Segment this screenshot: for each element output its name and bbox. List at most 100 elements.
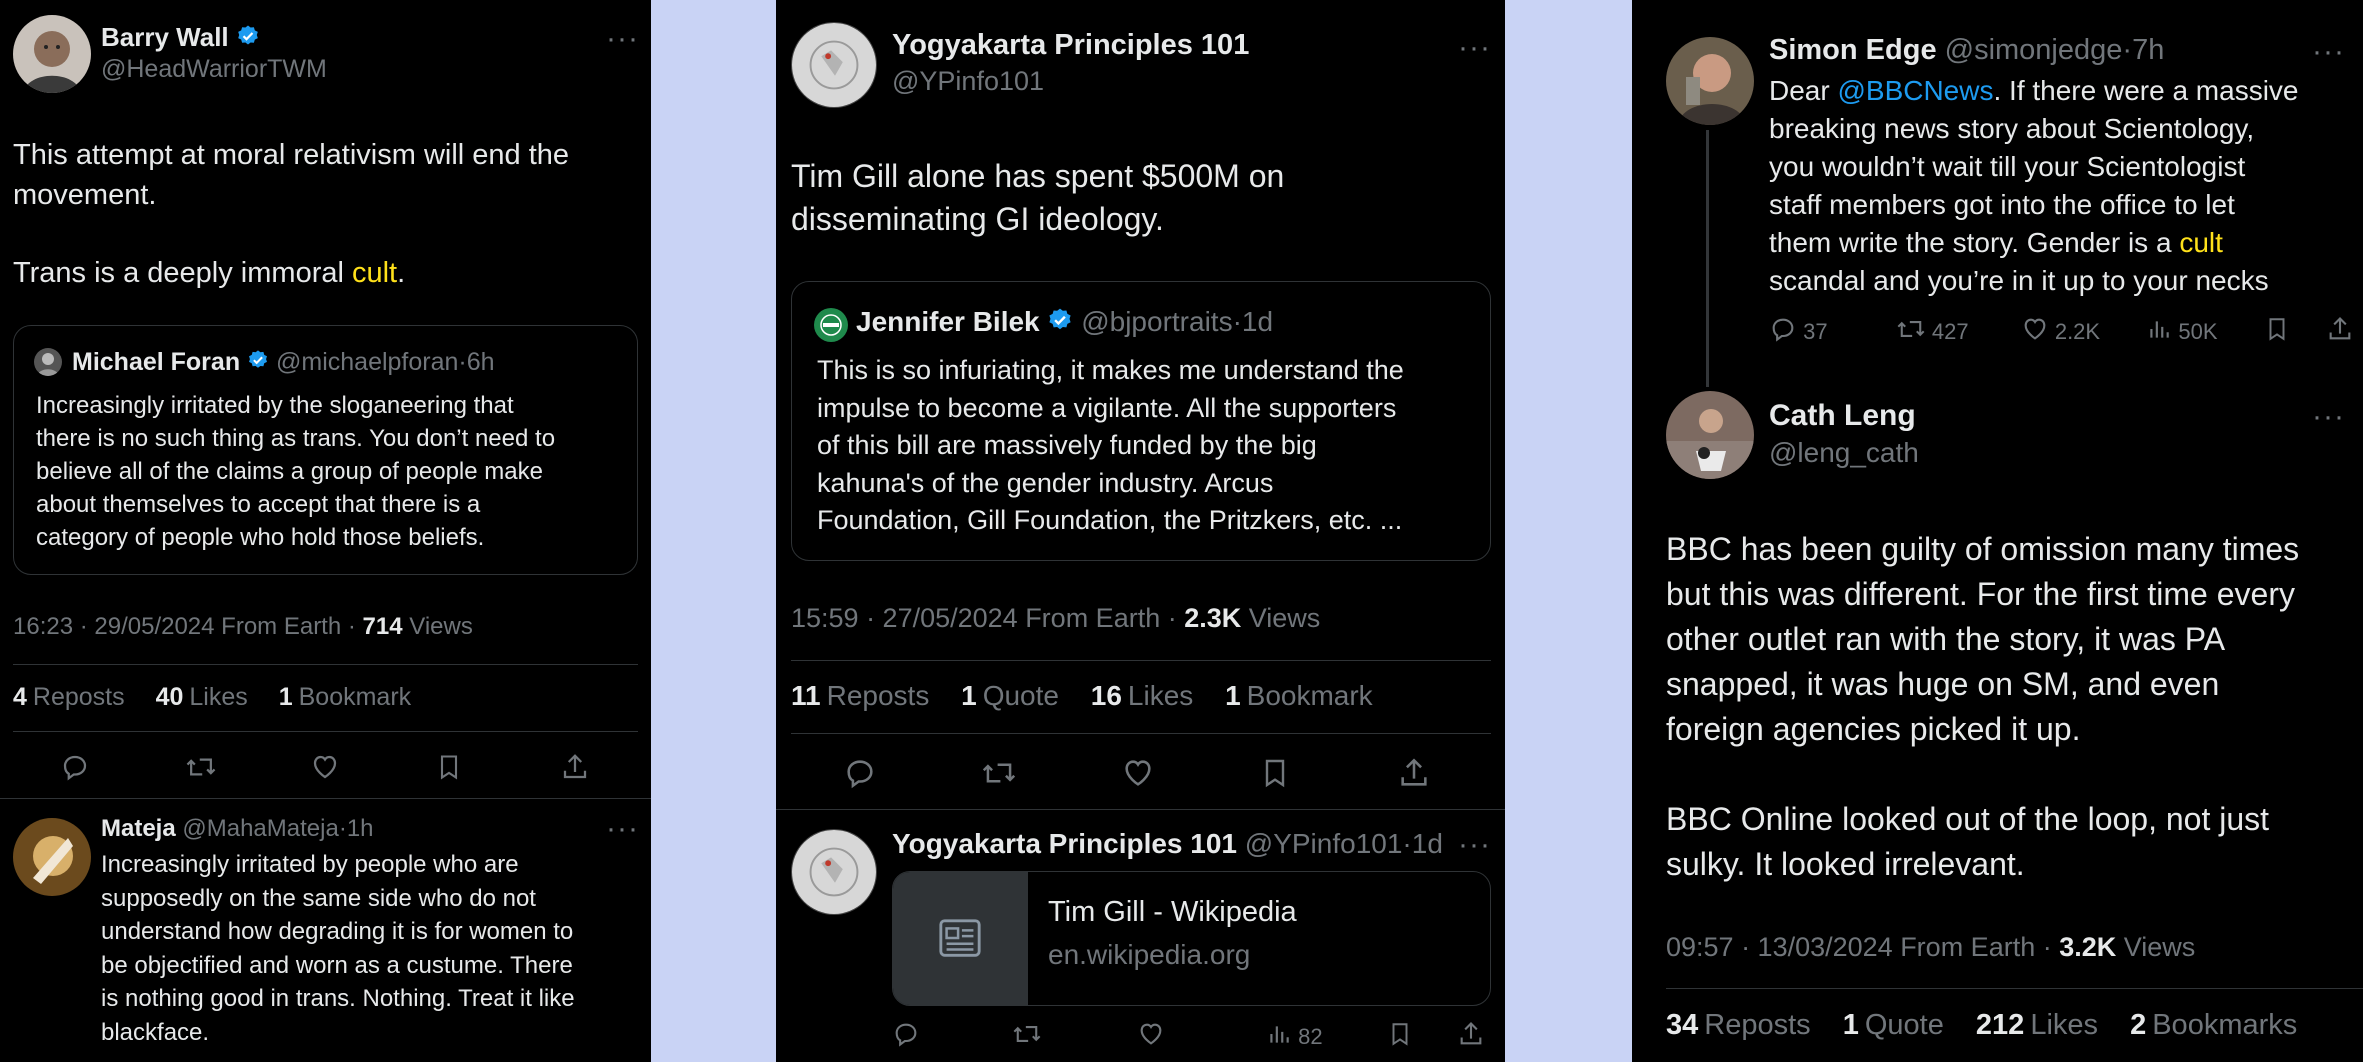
mention-link[interactable]: @BBCNews bbox=[1837, 75, 1993, 106]
repost-count: 427 bbox=[1931, 319, 1969, 344]
quotes-stat[interactable]: 1 Quote bbox=[961, 680, 1071, 711]
like-icon[interactable] bbox=[310, 752, 340, 782]
tweet-panel-right: Simon Edge @simonjedge·7h ··· Dear @BBCN… bbox=[1632, 0, 2363, 1062]
divider bbox=[0, 798, 651, 799]
more-icon[interactable]: ··· bbox=[606, 24, 639, 54]
bookmarks-stat[interactable]: 1 Bookmark bbox=[279, 683, 423, 711]
verified-badge-icon bbox=[236, 24, 260, 55]
more-icon[interactable]: ··· bbox=[1458, 33, 1491, 63]
quoted-tweet[interactable]: Jennifer Bilek @bjportraits·1d This is s… bbox=[791, 281, 1491, 561]
engagement-stats: 11 Reposts 1 Quote 16 Likes 1 Bookmark bbox=[791, 680, 1397, 712]
avatar-cath-leng[interactable] bbox=[1666, 391, 1754, 479]
repost-icon[interactable] bbox=[185, 752, 217, 782]
tweet-meta: 09:57 · 13/03/2024 From Earth · 3.2K Vie… bbox=[1666, 932, 2196, 962]
quoted-time: 6h bbox=[466, 348, 495, 376]
avatar-yogyakarta-principles[interactable] bbox=[791, 829, 877, 915]
reposts-stat[interactable]: 4 Reposts bbox=[13, 683, 137, 711]
engagement-stats: 34 Reposts 1 Quote 212 Likes 2 Bookmarks bbox=[1666, 1009, 2321, 1042]
reposts-stat[interactable]: 34 Reposts bbox=[1666, 1009, 1823, 1041]
reposts-stat[interactable]: 11 Reposts bbox=[791, 680, 941, 711]
divider bbox=[13, 731, 638, 732]
likes-stat[interactable]: 16 Likes bbox=[1091, 680, 1206, 711]
tweet-meta: 16:23 · 29/05/2024 From Earth · 714 View… bbox=[13, 613, 473, 640]
more-icon[interactable]: ··· bbox=[1458, 830, 1491, 860]
tweet-panel-middle: Yogyakarta Principles 101 @YPinfo101 ···… bbox=[776, 0, 1505, 1062]
author-handle[interactable]: @HeadWarriorTWM bbox=[101, 55, 327, 84]
quoted-tweet[interactable]: Michael Foran @michaelpforan·6h Increasi… bbox=[13, 325, 638, 575]
thread-line bbox=[1706, 130, 1709, 387]
bookmark-icon[interactable] bbox=[435, 752, 463, 782]
reply-author-name[interactable]: Yogyakarta Principles 101 bbox=[892, 828, 1237, 859]
share-icon[interactable] bbox=[1457, 1020, 1485, 1048]
bookmark-icon[interactable] bbox=[1259, 756, 1291, 790]
reply-icon[interactable] bbox=[892, 1020, 920, 1048]
like-count: 2.2K bbox=[2054, 319, 2101, 344]
verified-badge-icon bbox=[1047, 307, 1073, 340]
likes-stat[interactable]: 40 Likes bbox=[156, 683, 260, 711]
divider bbox=[13, 664, 638, 665]
avatar-mateja[interactable] bbox=[13, 818, 91, 896]
share-icon[interactable] bbox=[560, 752, 590, 782]
quoted-time: 1d bbox=[1241, 306, 1274, 337]
share-icon[interactable] bbox=[1397, 756, 1431, 790]
divider bbox=[791, 660, 1491, 661]
bookmarks-stat[interactable]: 1 Bookmark bbox=[1225, 680, 1385, 711]
author-handle[interactable]: @leng_cath bbox=[1769, 437, 1919, 469]
tweet-text: This attempt at moral relativism will en… bbox=[13, 139, 570, 289]
bookmark-icon[interactable] bbox=[2264, 315, 2290, 349]
top-author-handle[interactable]: @simonjedge bbox=[1945, 34, 2123, 66]
author-name[interactable]: Cath Leng bbox=[1769, 399, 1916, 433]
quoted-text: Increasingly irritated by the sloganeeri… bbox=[36, 392, 556, 551]
top-time: 7h bbox=[2132, 34, 2165, 66]
reply-time: 1d bbox=[1411, 828, 1443, 859]
like-icon[interactable] bbox=[1137, 1020, 1165, 1048]
like-icon[interactable] bbox=[1121, 756, 1155, 790]
article-icon bbox=[937, 916, 983, 960]
bookmarks-stat[interactable]: 2 Bookmarks bbox=[2130, 1009, 2309, 1041]
author-handle[interactable]: @YPinfo101 bbox=[892, 66, 1044, 97]
tweet-panel-left: Barry Wall @HeadWarriorTWM ··· This atte… bbox=[0, 0, 651, 1062]
avatar-yogyakarta-principles[interactable] bbox=[791, 22, 877, 108]
verified-badge-icon bbox=[247, 349, 269, 378]
like-icon[interactable] bbox=[2021, 315, 2049, 349]
more-icon[interactable]: ··· bbox=[2312, 402, 2345, 432]
bookmark-icon[interactable] bbox=[1387, 1020, 1413, 1048]
reply-author-name[interactable]: Mateja bbox=[101, 815, 176, 842]
top-author-name[interactable]: Simon Edge bbox=[1769, 34, 1937, 66]
quoted-text: This is so infuriating, it makes me unde… bbox=[817, 355, 1404, 535]
views-stat[interactable]: 82 bbox=[1266, 1021, 1323, 1053]
author-name[interactable]: Yogyakarta Principles 101 bbox=[892, 29, 1249, 62]
views-count: 50K bbox=[2178, 319, 2218, 344]
top-action-bar: 37 427 2.2K 50K bbox=[1769, 315, 2354, 349]
share-icon[interactable] bbox=[2326, 315, 2354, 349]
avatar-barry-wall[interactable] bbox=[13, 15, 91, 93]
more-icon[interactable]: ··· bbox=[2312, 37, 2345, 67]
divider bbox=[776, 809, 1505, 810]
reply-icon[interactable] bbox=[1769, 315, 1797, 349]
repost-icon[interactable] bbox=[1012, 1020, 1042, 1048]
quotes-stat[interactable]: 1 Quote bbox=[1843, 1009, 1956, 1041]
author-line: Barry Wall bbox=[101, 22, 260, 55]
repost-icon[interactable] bbox=[981, 756, 1017, 790]
avatar-michael-foran bbox=[34, 348, 62, 376]
reply-count: 37 bbox=[1803, 319, 1828, 344]
divider bbox=[1666, 988, 2363, 989]
highlighted-word: cult bbox=[351, 257, 398, 289]
author-name[interactable]: Barry Wall bbox=[101, 22, 229, 52]
reply-icon[interactable] bbox=[60, 752, 90, 782]
avatar-jennifer-bilek bbox=[814, 308, 848, 342]
link-card-title: Tim Gill - Wikipedia bbox=[1048, 896, 1297, 928]
link-card[interactable]: Tim Gill - Wikipedia en.wikipedia.org bbox=[892, 871, 1491, 1006]
reply-author-handle[interactable]: @MahaMateja bbox=[182, 815, 338, 842]
quoted-author-handle: @michaelpforan bbox=[276, 348, 459, 376]
likes-stat[interactable]: 212 Likes bbox=[1976, 1009, 2110, 1041]
reply-author-handle[interactable]: @YPinfo101 bbox=[1245, 828, 1403, 859]
views-icon[interactable] bbox=[2146, 316, 2172, 348]
quoted-author-name: Jennifer Bilek bbox=[856, 306, 1040, 337]
repost-icon[interactable] bbox=[1896, 315, 1926, 349]
reply-icon[interactable] bbox=[843, 756, 877, 790]
tweet-meta: 15:59 · 27/05/2024 From Earth · 2.3K Vie… bbox=[791, 603, 1321, 633]
tweet-text: Tim Gill alone has spent $500M on dissem… bbox=[791, 158, 1285, 237]
more-icon[interactable]: ··· bbox=[606, 814, 639, 844]
avatar-simon-edge[interactable] bbox=[1666, 37, 1754, 125]
